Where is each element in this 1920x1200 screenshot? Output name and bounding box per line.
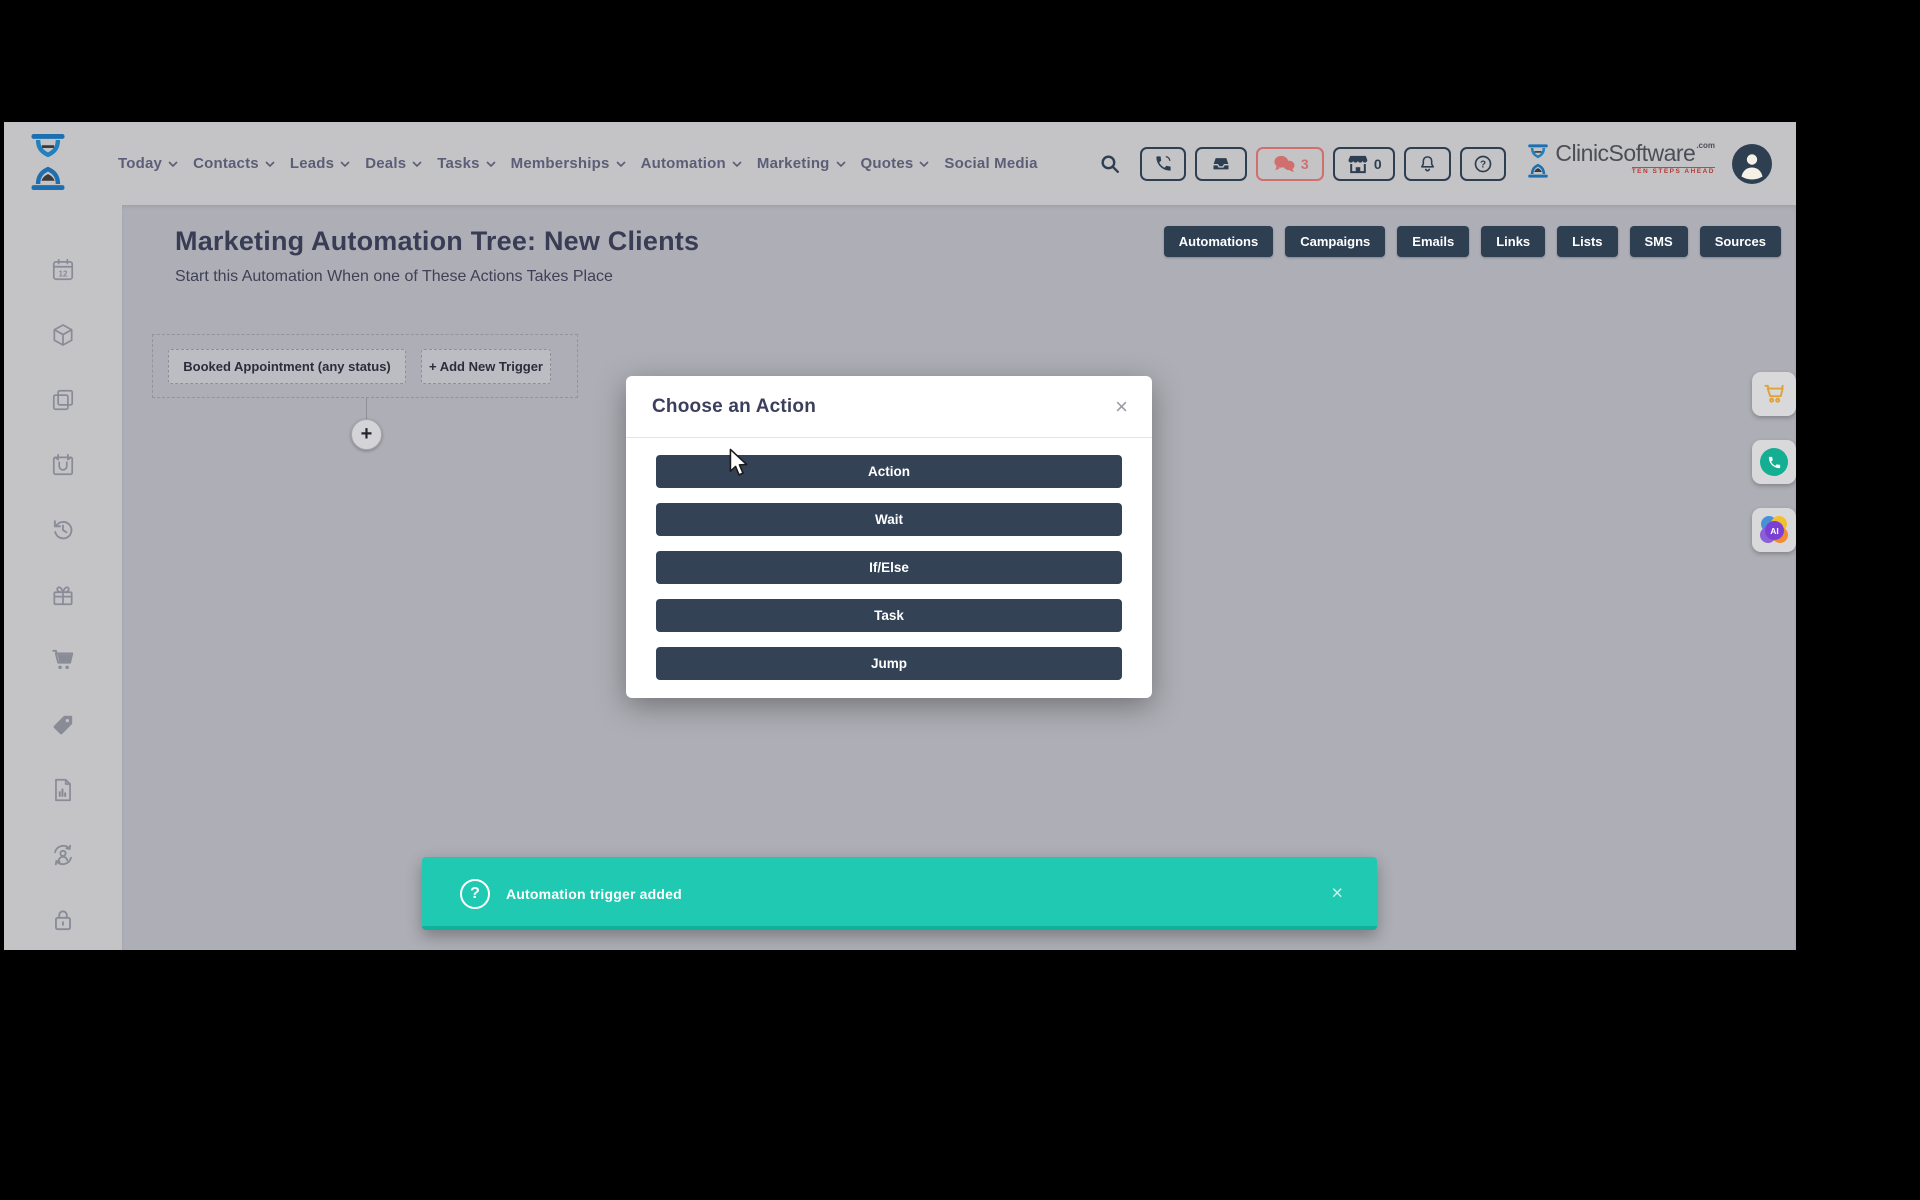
ai-icon: AI (1758, 514, 1790, 546)
help-button[interactable]: ? (1460, 147, 1506, 181)
menu-leads[interactable]: Leads (290, 155, 350, 172)
action-option-button[interactable]: Action (656, 455, 1122, 488)
menu-memberships[interactable]: Memberships (511, 155, 626, 172)
chat-bubbles-icon (1272, 154, 1296, 174)
search-icon (1099, 153, 1121, 175)
task-option-button[interactable]: Task (656, 599, 1122, 632)
menu-contacts[interactable]: Contacts (193, 155, 275, 172)
trigger-booked-appointment[interactable]: Booked Appointment (any status) (168, 349, 406, 384)
top-nav: Today Contacts Leads Deals Tasks Members… (4, 122, 1796, 205)
brand-name: ClinicSoftware (1555, 142, 1695, 165)
page-subtitle: Start this Automation When one of These … (175, 268, 613, 286)
svg-text:?: ? (1480, 159, 1486, 170)
wait-option-button[interactable]: Wait (656, 503, 1122, 536)
cart-icon (1761, 381, 1787, 407)
toast-notification: ? Automation trigger added × (422, 857, 1377, 930)
sidebar: 12 (4, 205, 122, 950)
hourglass-logo-icon (1525, 142, 1551, 185)
package-icon[interactable] (50, 322, 77, 348)
messages-button[interactable]: 3 (1256, 147, 1324, 181)
main-menu: Today Contacts Leads Deals Tasks Members… (118, 122, 1038, 205)
storefront-icon (1347, 154, 1369, 174)
shop-button[interactable]: 0 (1333, 147, 1395, 181)
tab-links[interactable]: Links (1481, 226, 1545, 257)
chevron-down-icon (836, 161, 846, 168)
floating-ai-button[interactable]: AI (1752, 508, 1796, 552)
modal-close-button[interactable]: × (1115, 396, 1128, 418)
tab-sources[interactable]: Sources (1700, 226, 1781, 257)
phone-icon (1154, 154, 1173, 173)
menu-today[interactable]: Today (118, 155, 178, 172)
jump-option-button[interactable]: Jump (656, 647, 1122, 680)
inbox-button[interactable] (1195, 147, 1247, 181)
shop-count-badge: 0 (1374, 156, 1382, 172)
gift-icon[interactable] (50, 582, 77, 608)
ifelse-option-button[interactable]: If/Else (656, 551, 1122, 584)
brand-domain: .com (1696, 142, 1715, 150)
chevron-down-icon (616, 161, 626, 168)
menu-tasks[interactable]: Tasks (437, 155, 495, 172)
chevron-down-icon (919, 161, 929, 168)
tab-sms[interactable]: SMS (1630, 226, 1688, 257)
chevron-down-icon (265, 161, 275, 168)
app-window: Today Contacts Leads Deals Tasks Members… (4, 122, 1796, 950)
history-icon[interactable] (50, 517, 77, 543)
resource-tabs: Automations Campaigns Emails Links Lists… (1164, 226, 1781, 257)
messages-count-badge: 3 (1301, 156, 1309, 172)
whatsapp-icon (1760, 448, 1788, 476)
chevron-down-icon (412, 161, 422, 168)
notifications-button[interactable] (1404, 147, 1451, 181)
menu-deals[interactable]: Deals (365, 155, 422, 172)
toast-message: Automation trigger added (506, 886, 682, 902)
tag-icon[interactable] (50, 712, 77, 738)
brand-tagline: TEN STEPS AHEAD (1632, 167, 1715, 176)
svg-text:12: 12 (58, 270, 68, 279)
calendar-import-icon[interactable] (50, 452, 77, 478)
chevron-down-icon (732, 161, 742, 168)
toast-close-button[interactable]: × (1331, 882, 1343, 905)
triggers-container: Booked Appointment (any status) + Add Ne… (152, 334, 578, 398)
help-icon: ? (1473, 154, 1493, 174)
menu-marketing[interactable]: Marketing (757, 155, 846, 172)
inbox-icon (1210, 154, 1232, 174)
calendar-icon[interactable]: 12 (50, 257, 77, 283)
hourglass-logo-icon (26, 180, 70, 197)
tab-emails[interactable]: Emails (1397, 226, 1469, 257)
cart-icon[interactable] (50, 647, 77, 673)
floating-whatsapp-button[interactable] (1752, 440, 1796, 484)
report-icon[interactable] (50, 777, 77, 803)
toast-progress-bar (422, 926, 1377, 930)
add-node-button[interactable]: + (351, 419, 382, 450)
tab-lists[interactable]: Lists (1557, 226, 1617, 257)
ai-label: AI (1765, 521, 1784, 540)
menu-quotes[interactable]: Quotes (861, 155, 930, 172)
floating-shop-button[interactable] (1752, 372, 1796, 416)
menu-automation[interactable]: Automation (641, 155, 742, 172)
question-circle-icon: ? (460, 879, 490, 909)
user-avatar[interactable] (1732, 144, 1772, 184)
app-logo[interactable] (26, 131, 70, 198)
modal-title: Choose an Action (652, 396, 816, 418)
chevron-down-icon (168, 161, 178, 168)
choose-action-modal: Choose an Action × Action Wait If/Else T… (626, 376, 1152, 698)
tree-connector-line (366, 398, 367, 420)
copy-icon[interactable] (50, 387, 77, 413)
bell-icon (1418, 154, 1437, 174)
phone-button[interactable] (1140, 147, 1186, 181)
tab-automations[interactable]: Automations (1164, 226, 1273, 257)
chevron-down-icon (486, 161, 496, 168)
search-button[interactable] (1099, 153, 1121, 175)
tab-campaigns[interactable]: Campaigns (1285, 226, 1385, 257)
clinicsoftware-logo[interactable]: ClinicSoftware .com TEN STEPS AHEAD (1525, 142, 1715, 185)
add-new-trigger-button[interactable]: + Add New Trigger (421, 349, 551, 384)
lock-icon[interactable] (50, 907, 77, 933)
menu-social-media[interactable]: Social Media (944, 155, 1037, 172)
user-sync-icon[interactable] (50, 842, 77, 868)
nav-controls: 3 0 ? ClinicSoftware .com (1099, 122, 1772, 205)
page-title: Marketing Automation Tree: New Clients (175, 226, 699, 257)
chevron-down-icon (340, 161, 350, 168)
